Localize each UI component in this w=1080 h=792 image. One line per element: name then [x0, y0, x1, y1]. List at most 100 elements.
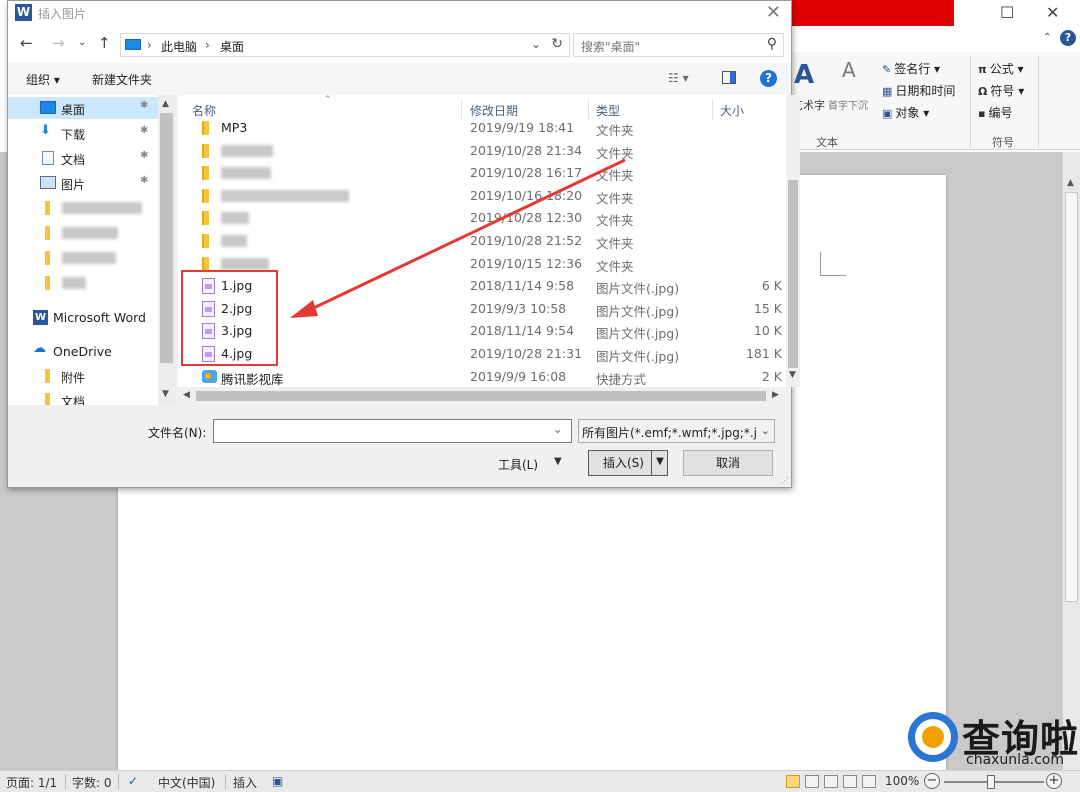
scroll-right-icon[interactable]: ▶	[772, 390, 779, 400]
file-row[interactable]: 2019/10/28 12:30 文件夹	[178, 207, 786, 229]
pin-icon[interactable]: ✱	[140, 175, 148, 186]
print-layout-view-icon[interactable]	[786, 775, 800, 788]
zoom-out-icon[interactable]: −	[924, 773, 940, 789]
address-dropdown-icon[interactable]: ⌄	[531, 37, 541, 51]
object-button[interactable]: ▣ 对象 ▾	[882, 104, 929, 121]
breadcrumb-chevron-icon[interactable]: ›	[147, 38, 152, 52]
close-icon[interactable]: ✕	[1046, 3, 1059, 22]
search-box[interactable]: 搜索"桌面" ⚲	[573, 33, 784, 57]
scroll-down-icon[interactable]: ▼	[162, 389, 169, 399]
back-icon[interactable]: ←	[20, 34, 33, 52]
draft-view-icon[interactable]	[862, 775, 876, 788]
fullscreen-view-icon[interactable]	[805, 775, 819, 788]
breadcrumb-desktop[interactable]: 桌面	[220, 38, 244, 55]
chevron-down-icon[interactable]: ⌄	[761, 424, 770, 437]
nav-pane-scroll-thumb[interactable]	[160, 113, 173, 363]
document-scrollbar[interactable]: ▲	[1062, 152, 1080, 770]
nav-item-attachments[interactable]: 附件	[8, 365, 158, 387]
zoom-in-icon[interactable]: +	[1046, 773, 1062, 789]
nav-item-blurred-folder[interactable]	[8, 272, 158, 294]
cancel-button[interactable]: 取消	[683, 450, 773, 476]
refresh-icon[interactable]: ↻	[551, 36, 563, 52]
equation-button[interactable]: π 公式 ▾	[978, 60, 1024, 77]
document-scroll-thumb[interactable]	[1065, 192, 1078, 602]
file-row[interactable]: MP3 2019/9/19 18:41 文件夹	[178, 117, 786, 139]
status-page[interactable]: 页面: 1/1	[6, 774, 57, 791]
column-separator[interactable]	[712, 99, 713, 119]
dialog-help-icon[interactable]: ?	[760, 70, 777, 87]
nav-item-word[interactable]: W Microsoft Word	[8, 306, 158, 328]
status-insert-mode[interactable]: 插入	[233, 774, 257, 791]
file-list-horizontal-scrollbar[interactable]: ◀ ▶	[178, 387, 786, 405]
web-view-icon[interactable]	[824, 775, 838, 788]
column-separator[interactable]	[461, 99, 462, 119]
filename-dropdown-icon[interactable]: ⌄	[553, 423, 562, 436]
column-separator[interactable]	[588, 99, 589, 119]
highlight-box	[181, 270, 278, 366]
nav-item-pictures[interactable]: 图片 ✱	[8, 172, 158, 194]
collapse-ribbon-icon[interactable]: ⌃	[1043, 32, 1051, 43]
datetime-button[interactable]: ▦ 日期和时间	[882, 82, 955, 99]
file-row[interactable]: 腾讯影视库 2019/9/9 16:08 快捷方式 2 K	[178, 366, 786, 387]
file-row[interactable]: 2019/10/28 16:17 文件夹	[178, 162, 786, 184]
nav-item-blurred-folder[interactable]	[8, 247, 158, 269]
breadcrumb-chevron-icon[interactable]: ›	[205, 38, 210, 52]
nav-item-onedrive[interactable]: ☁ OneDrive	[8, 340, 158, 362]
file-list-scroll-thumb[interactable]	[788, 180, 798, 368]
calendar-icon: ▦	[882, 85, 893, 98]
tools-button[interactable]: 工具(L)	[498, 456, 538, 473]
pin-icon[interactable]: ✱	[140, 100, 148, 111]
preview-pane-icon[interactable]	[722, 71, 736, 84]
nav-item-downloads[interactable]: ⬇ 下载 ✱	[8, 122, 158, 144]
file-list-hscroll-thumb[interactable]	[196, 391, 766, 401]
breadcrumb-this-pc[interactable]: 此电脑	[161, 38, 197, 55]
file-row[interactable]: 2019/10/16 18:20 文件夹	[178, 185, 786, 207]
nav-item-blurred-folder[interactable]	[8, 222, 158, 244]
scroll-left-icon[interactable]: ◀	[183, 390, 190, 400]
wordart-icon[interactable]: A	[794, 60, 814, 90]
dialog-toolbar: 组织 ▾ 新建文件夹 ☷ ▾ ?	[8, 63, 791, 95]
recent-locations-icon[interactable]: ⌄	[78, 37, 86, 48]
insert-dropdown-icon[interactable]: ▼	[651, 450, 668, 476]
status-language[interactable]: 中文(中国)	[158, 774, 215, 791]
file-list-vertical-scrollbar[interactable]: ▼	[786, 95, 800, 387]
nav-item-desktop[interactable]: 桌面 ✱	[8, 97, 158, 119]
file-row[interactable]: 2019/10/28 21:34 文件夹	[178, 140, 786, 162]
pin-icon[interactable]: ✱	[140, 150, 148, 161]
tools-dropdown-icon[interactable]: ▼	[554, 456, 562, 467]
nav-item-documents[interactable]: 文档 ✱	[8, 147, 158, 169]
nav-pane-scrollbar[interactable]: ▲ ▼	[158, 95, 176, 405]
dropcap-icon[interactable]: A	[842, 58, 856, 82]
maximize-icon[interactable]: ☐	[1000, 3, 1014, 22]
outline-view-icon[interactable]	[843, 775, 857, 788]
numbering-button[interactable]: ▪ 编号	[978, 104, 1012, 121]
nav-item-blurred-folder[interactable]	[8, 197, 158, 219]
filename-input[interactable]	[213, 419, 572, 443]
dropcap-label[interactable]: 首字下沉	[828, 97, 868, 112]
forward-icon[interactable]: →	[52, 34, 65, 52]
change-view-icon[interactable]: ☷ ▾	[668, 71, 689, 85]
signature-line-button[interactable]: ✎ 签名行 ▾	[882, 60, 940, 77]
search-icon[interactable]: ⚲	[767, 36, 777, 52]
up-icon[interactable]: ↑	[98, 34, 111, 52]
zoom-slider-thumb[interactable]	[987, 775, 995, 789]
file-type-filter[interactable]: 所有图片(*.emf;*.wmf;*.jpg;*.j ⌄	[578, 419, 775, 443]
macro-icon[interactable]: ▣	[272, 774, 283, 788]
address-bar[interactable]: › 此电脑 › 桌面 ⌄ ↻	[120, 33, 570, 57]
resize-grip-icon[interactable]: ⋰	[781, 476, 789, 485]
scroll-up-icon[interactable]: ▲	[1067, 178, 1074, 188]
symbol-button[interactable]: Ω 符号 ▾	[978, 82, 1024, 99]
pin-icon[interactable]: ✱	[140, 125, 148, 136]
new-folder-button[interactable]: 新建文件夹	[92, 71, 152, 88]
file-date: 2019/10/28 21:34	[470, 142, 583, 158]
scroll-down-icon[interactable]: ▼	[789, 370, 796, 380]
scroll-up-icon[interactable]: ▲	[162, 99, 169, 109]
word-help-icon[interactable]: ?	[1060, 30, 1076, 46]
organize-button[interactable]: 组织 ▾	[26, 71, 60, 88]
status-word-count[interactable]: 字数: 0	[72, 774, 112, 791]
dialog-close-icon[interactable]: ✕	[766, 2, 781, 23]
zoom-level[interactable]: 100%	[885, 774, 919, 788]
proofing-icon[interactable]: ✓	[128, 774, 138, 788]
file-row[interactable]: 2019/10/28 21:52 文件夹	[178, 230, 786, 252]
nav-item-documents-2[interactable]: 文档	[8, 389, 158, 405]
